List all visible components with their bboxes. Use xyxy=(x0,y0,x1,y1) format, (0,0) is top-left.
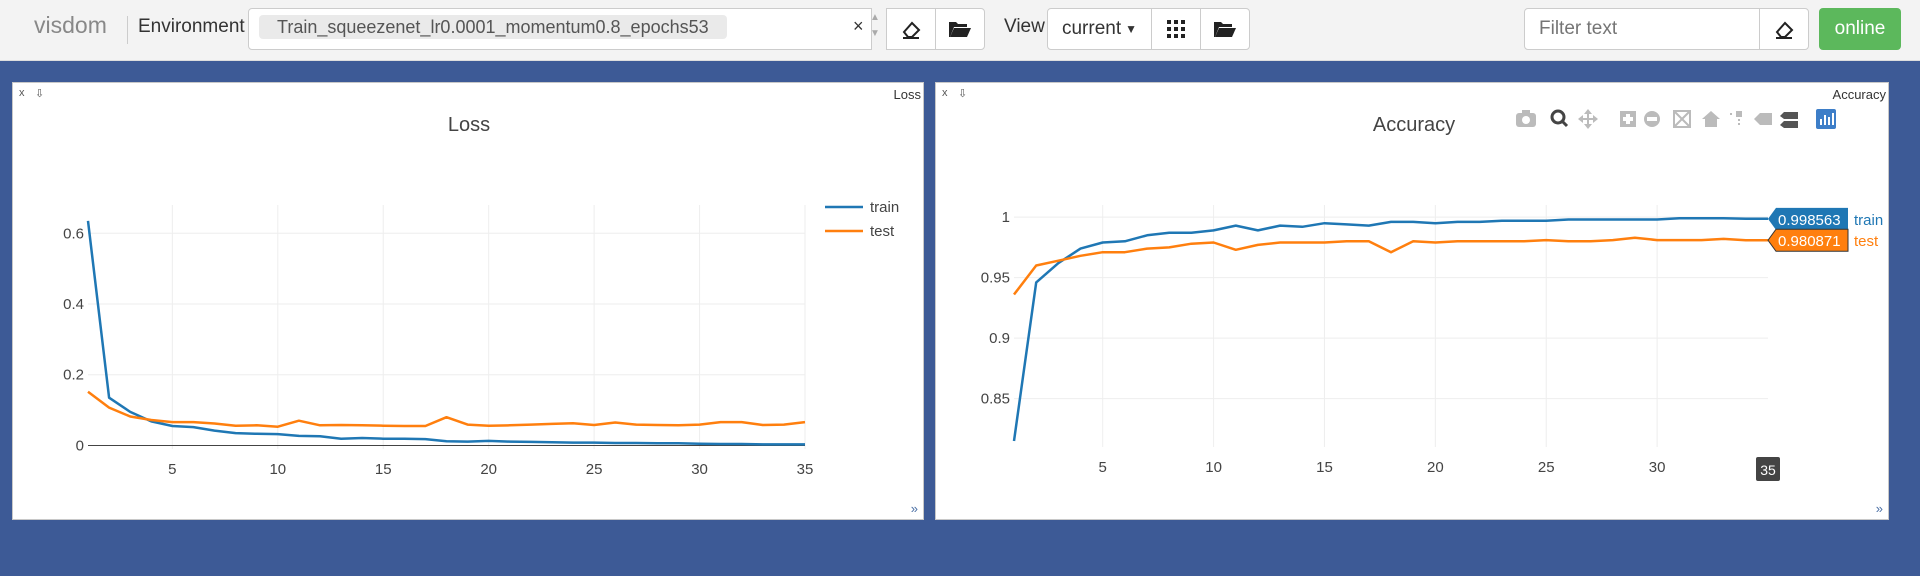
divider xyxy=(127,16,128,44)
x-tick-label: 30 xyxy=(691,461,708,478)
x-tick-label: 25 xyxy=(586,461,603,478)
y-tick-label: 0.85 xyxy=(981,391,1010,408)
clear-environment-icon[interactable]: × xyxy=(853,16,864,37)
x-tick-label: 30 xyxy=(1649,459,1666,476)
chart-title: Accuracy xyxy=(1373,114,1455,136)
filter-text-input[interactable] xyxy=(1524,8,1760,50)
series-line-train xyxy=(86,220,805,446)
legend-label: test xyxy=(870,223,895,240)
y-tick-label: 0.95 xyxy=(981,270,1010,287)
grid-icon[interactable] xyxy=(1151,8,1201,50)
series-line-test xyxy=(87,390,806,428)
loss-chart[interactable]: Loss 5 10 15 20 25 30 35 0 0.2 0.4 0.6 train test xyxy=(13,97,923,517)
y-tick-label: 0.6 xyxy=(63,225,84,242)
y-tick-label: 0.2 xyxy=(63,367,84,384)
x-tick-label: 5 xyxy=(168,461,176,478)
accuracy-chart[interactable]: Accuracy 5 10 15 20 25 30 0.85 0.9 0.95 1 0.998563 t… xyxy=(936,97,1888,517)
legend-label: train xyxy=(870,199,899,216)
x-tick-label: 10 xyxy=(1205,459,1222,476)
folder-open-icon[interactable] xyxy=(935,8,985,50)
accuracy-pane: x ⇩ Accuracy Accuracy 5 10 15 20 25 30 0.85 0.9 0… xyxy=(935,82,1889,520)
hover-x-value: 35 xyxy=(1760,462,1776,478)
x-tick-label: 15 xyxy=(375,461,392,478)
hover-series-name: test xyxy=(1854,233,1879,250)
y-tick-label: 0.4 xyxy=(63,296,84,313)
environment-label: Environment xyxy=(138,16,245,37)
view-select[interactable]: current ▼ xyxy=(1047,8,1152,50)
environment-select[interactable]: Train_squeezenet_lr0.0001_momentum0.8_ep… xyxy=(248,8,872,50)
hover-value: 0.980871 xyxy=(1778,233,1841,250)
x-tick-label: 10 xyxy=(269,461,286,478)
view-value: current xyxy=(1061,18,1122,39)
chart-title: Loss xyxy=(448,114,490,136)
environment-scroll-arrows-icon[interactable]: ▲ ▼ xyxy=(866,10,884,46)
top-navbar: visdom Environment Train_squeezenet_lr0.… xyxy=(0,0,1920,61)
app-brand[interactable]: visdom xyxy=(34,12,107,39)
caret-down-icon: ▼ xyxy=(1125,22,1138,36)
x-tick-label: 5 xyxy=(1099,459,1107,476)
resize-handle-icon[interactable]: » xyxy=(1876,501,1883,516)
x-tick-label: 25 xyxy=(1538,459,1555,476)
y-tick-label: 0 xyxy=(76,437,84,454)
resize-handle-icon[interactable]: » xyxy=(911,501,918,516)
x-tick-label: 20 xyxy=(480,461,497,478)
online-status-button[interactable]: online xyxy=(1819,8,1901,50)
y-tick-label: 1 xyxy=(1002,209,1010,226)
loss-pane: x ⇩ Loss Loss 5 10 15 20 25 30 35 0 0.2 0.4 0.6 trai… xyxy=(12,82,924,520)
series-line-test xyxy=(1013,236,1768,296)
folder-open-icon[interactable] xyxy=(1200,8,1250,50)
y-tick-label: 0.9 xyxy=(989,330,1010,347)
x-tick-label: 15 xyxy=(1316,459,1333,476)
view-label: View xyxy=(1004,16,1045,37)
hover-series-name: train xyxy=(1854,212,1883,229)
environment-tag[interactable]: Train_squeezenet_lr0.0001_momentum0.8_ep… xyxy=(259,15,727,39)
x-tick-label: 20 xyxy=(1427,459,1444,476)
eraser-icon[interactable] xyxy=(886,8,936,50)
hover-value: 0.998563 xyxy=(1778,212,1841,229)
eraser-icon[interactable] xyxy=(1759,8,1809,50)
x-tick-label: 35 xyxy=(797,461,814,478)
